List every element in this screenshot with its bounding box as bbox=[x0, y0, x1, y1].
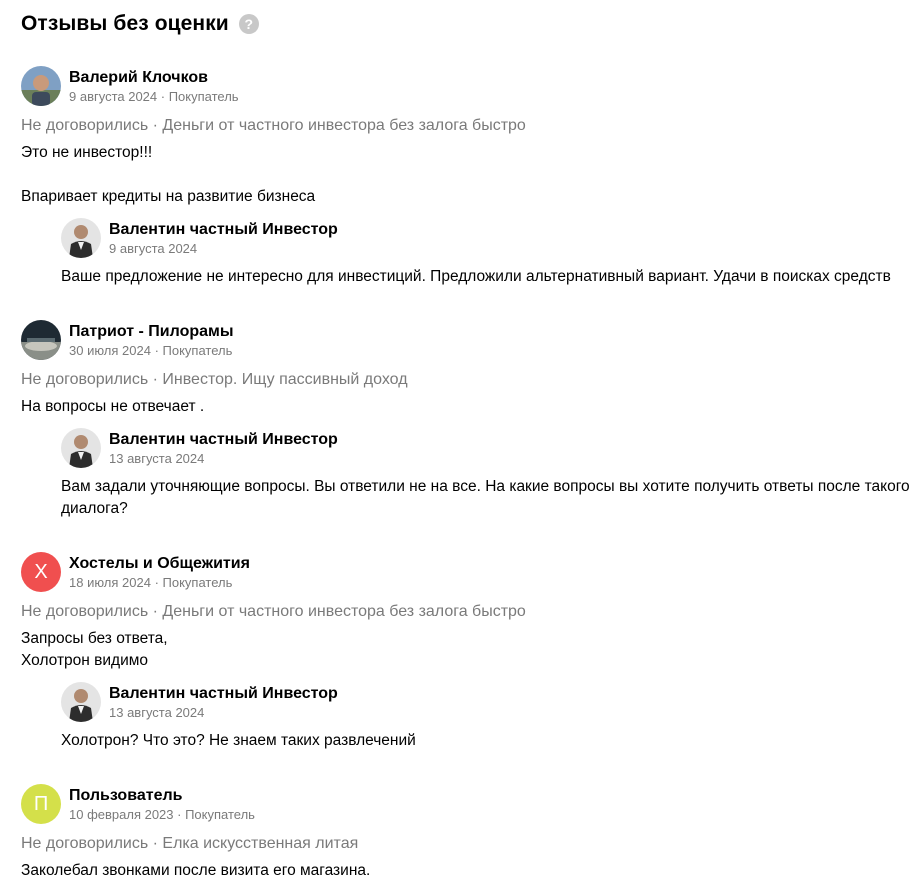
review-item: Х Хостелы и Общежития 18 июля 2024 · Пок… bbox=[21, 552, 911, 752]
seller-reply: Валентин частный Инвестор 13 августа 202… bbox=[61, 428, 911, 520]
review-deal-status: Не договорились · Деньги от частного инв… bbox=[21, 603, 526, 620]
seller-avatar[interactable] bbox=[61, 428, 101, 468]
user-avatar-letter[interactable]: Х bbox=[21, 552, 61, 592]
review-meta: 18 июля 2024 · Покупатель bbox=[69, 574, 233, 590]
seller-reply: Валентин частный Инвестор 13 августа 202… bbox=[61, 682, 911, 752]
user-avatar-photo[interactable] bbox=[21, 320, 61, 360]
review-author-name[interactable]: Патриот - Пилорамы bbox=[69, 322, 234, 342]
user-avatar-letter[interactable]: П bbox=[21, 784, 61, 824]
avatar-image bbox=[21, 66, 61, 106]
review-item: Валерий Клочков 9 августа 2024 · Покупат… bbox=[21, 66, 911, 288]
review-text: Это не инвестор!!! Впаривает кредиты на … bbox=[21, 144, 316, 205]
user-avatar-photo[interactable] bbox=[21, 66, 61, 106]
review-author-name[interactable]: Хостелы и Общежития bbox=[69, 554, 250, 574]
reply-author-row: Валентин частный Инвестор 13 августа 202… bbox=[61, 428, 911, 468]
help-icon[interactable]: ? bbox=[238, 14, 259, 34]
review-author-row: Патриот - Пилорамы 30 июля 2024 · Покупа… bbox=[21, 320, 911, 360]
reply-author-name[interactable]: Валентин частный Инвестор bbox=[109, 684, 338, 704]
review-item: Патриот - Пилорамы 30 июля 2024 · Покупа… bbox=[21, 320, 911, 520]
avatar-image bbox=[61, 682, 101, 722]
review-meta: 9 августа 2024 · Покупатель bbox=[69, 88, 239, 104]
reviews-header: Отзывы без оценки ? bbox=[21, 10, 259, 38]
seller-avatar[interactable] bbox=[61, 218, 101, 258]
review-meta: 10 февраля 2023 · Покупатель bbox=[69, 806, 255, 822]
reply-text: Вам задали уточняющие вопросы. Вы ответи… bbox=[61, 478, 910, 517]
review-text: На вопросы не отвечает . bbox=[21, 398, 205, 415]
page-title: Отзывы без оценки bbox=[21, 12, 229, 35]
seller-avatar[interactable] bbox=[61, 682, 101, 722]
review-author-row: П Пользователь 10 февраля 2023 · Покупат… bbox=[21, 784, 911, 824]
reply-date: 13 августа 2024 bbox=[109, 704, 205, 720]
reply-text: Ваше предложение не интересно для инвест… bbox=[61, 268, 891, 285]
review-author-row: Валерий Клочков 9 августа 2024 · Покупат… bbox=[21, 66, 911, 106]
avatar-image bbox=[21, 320, 61, 360]
review-deal-status: Не договорились · Елка искусственная лит… bbox=[21, 835, 359, 852]
reply-author-row: Валентин частный Инвестор 13 августа 202… bbox=[61, 682, 911, 722]
review-author-name[interactable]: Валерий Клочков bbox=[69, 68, 239, 88]
avatar-image bbox=[61, 428, 101, 468]
reply-date: 13 августа 2024 bbox=[109, 450, 205, 466]
reply-author-row: Валентин частный Инвестор 9 августа 2024 bbox=[61, 218, 911, 258]
review-text: Запросы без ответа, Холотрон видимо bbox=[21, 630, 168, 669]
review-deal-status: Не договорились · Деньги от частного инв… bbox=[21, 117, 526, 134]
reply-author-name[interactable]: Валентин частный Инвестор bbox=[109, 220, 338, 240]
reply-author-name[interactable]: Валентин частный Инвестор bbox=[109, 430, 338, 450]
review-item: П Пользователь 10 февраля 2023 · Покупат… bbox=[21, 784, 911, 882]
reply-text: Холотрон? Что это? Не знаем таких развле… bbox=[61, 732, 416, 749]
reply-date: 9 августа 2024 bbox=[109, 240, 198, 256]
avatar-image bbox=[61, 218, 101, 258]
seller-reply: Валентин частный Инвестор 9 августа 2024… bbox=[61, 218, 911, 288]
review-author-row: Х Хостелы и Общежития 18 июля 2024 · Пок… bbox=[21, 552, 911, 592]
review-meta: 30 июля 2024 · Покупатель bbox=[69, 342, 233, 358]
review-author-name[interactable]: Пользователь bbox=[69, 786, 255, 806]
review-text: Заколебал звонками после визита его мага… bbox=[21, 862, 371, 879]
review-deal-status: Не договорились · Инвестор. Ищу пассивны… bbox=[21, 371, 408, 388]
